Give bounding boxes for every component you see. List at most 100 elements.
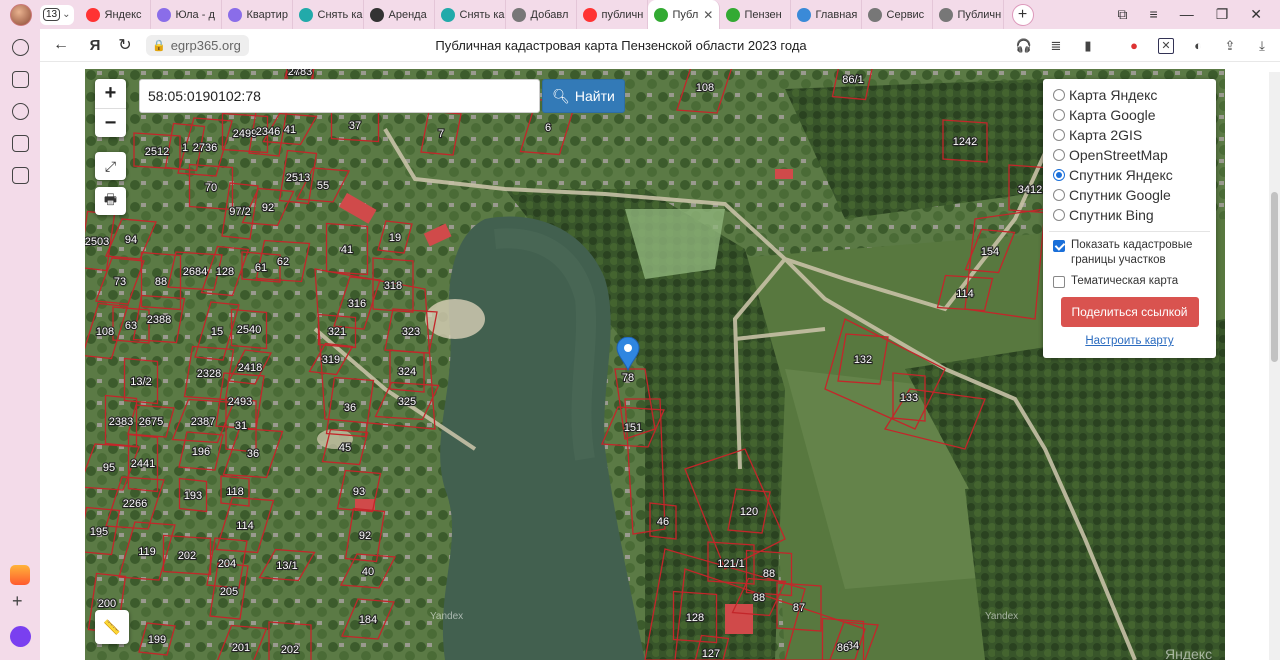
screenshot-icon[interactable] xyxy=(12,167,29,184)
browser-tab[interactable]: Публичн xyxy=(933,0,1004,29)
configure-map-link[interactable]: Настроить карту xyxy=(1053,335,1206,347)
layer-option[interactable]: Карта Яндекс xyxy=(1053,85,1206,105)
browser-tab[interactable]: Снять ка xyxy=(435,0,506,29)
parcel-number: 321 xyxy=(328,326,346,338)
search-icon: 🔍︎ xyxy=(552,87,570,104)
restore-icon[interactable]: ❐ xyxy=(1216,6,1229,23)
ruler-icon: 📏 xyxy=(103,618,121,635)
parcel-number: 119 xyxy=(138,546,156,558)
parcel-number: 19 xyxy=(389,232,401,244)
mail-icon[interactable] xyxy=(10,565,30,585)
cadastral-search-input[interactable] xyxy=(139,79,540,113)
parcel-number: 2441 xyxy=(131,458,155,470)
collections-icon[interactable]: ⧉ xyxy=(1118,6,1128,23)
layer-radio[interactable] xyxy=(1053,109,1065,121)
new-tab-button[interactable]: + xyxy=(1011,3,1034,26)
history-icon[interactable] xyxy=(12,39,29,56)
minimize-icon[interactable]: — xyxy=(1180,6,1194,23)
thematic-map-checkbox[interactable] xyxy=(1053,276,1065,288)
parcel-number: 70 xyxy=(205,182,217,194)
sparkle-icon xyxy=(227,7,242,22)
cadastral-map[interactable]: 2463 86/1 108 37 7 6 2512 1 2736 2499 2346 41 1242 25… xyxy=(85,69,1225,660)
back-icon[interactable]: ← xyxy=(48,36,74,54)
url-field[interactable]: 🔒 egrp365.org xyxy=(146,34,249,56)
close-icon[interactable]: ✕ xyxy=(1250,6,1262,23)
address-actions: 🎧 ≣ ▮ ● ✕ ◐ ⇪ ⤓ xyxy=(1016,29,1270,62)
parcel-number: 88 xyxy=(763,568,775,580)
record-icon[interactable]: ● xyxy=(1126,38,1142,54)
show-borders-option[interactable]: Показать кадастровые границы участков xyxy=(1053,238,1206,268)
layer-option[interactable]: Спутник Google xyxy=(1053,185,1206,205)
parcel-number: 63 xyxy=(125,320,137,332)
browser-tab[interactable]: Аренда xyxy=(364,0,435,29)
downloads-icon[interactable]: ⤓ xyxy=(1254,38,1270,54)
parcel-number: 2503 xyxy=(85,236,109,248)
layer-radio[interactable] xyxy=(1053,89,1065,101)
notes-icon[interactable] xyxy=(12,71,29,88)
browser-tab[interactable]: Сервис xyxy=(862,0,933,29)
share-link-button[interactable]: Поделиться ссылкой xyxy=(1060,297,1199,327)
parcel-number: 92 xyxy=(359,530,371,542)
layer-option[interactable]: Карта Google xyxy=(1053,105,1206,125)
print-button[interactable]: 🖶 xyxy=(95,187,126,215)
browser-tab[interactable]: Квартир xyxy=(222,0,293,29)
browser-tab[interactable]: Добавл xyxy=(506,0,577,29)
layer-radio[interactable] xyxy=(1053,169,1065,181)
thematic-map-option[interactable]: Тематическая карта xyxy=(1053,274,1206,289)
parcel-number: 2266 xyxy=(123,498,147,510)
browser-tab[interactable]: Юла - д xyxy=(151,0,222,29)
calendar-icon[interactable] xyxy=(12,135,29,152)
browser-tab[interactable]: публичн xyxy=(577,0,648,29)
layer-radio[interactable] xyxy=(1053,129,1065,141)
parcel-number: 204 xyxy=(218,558,236,570)
profile-avatar[interactable] xyxy=(10,3,32,26)
parcel-number: 88 xyxy=(753,592,765,604)
tab-label: Сервис xyxy=(886,8,925,21)
layer-radio[interactable] xyxy=(1053,209,1065,221)
tab-counter-button[interactable]: 13 ⌄ xyxy=(40,4,74,25)
add-panel-icon[interactable]: + xyxy=(12,591,23,612)
fullscreen-button[interactable]: ⤢ xyxy=(95,152,126,180)
layer-radio[interactable] xyxy=(1053,149,1065,161)
reload-icon[interactable]: ↻ xyxy=(112,35,138,55)
layer-option[interactable]: Спутник Яндекс xyxy=(1053,165,1206,185)
browser-tab[interactable]: Главная xyxy=(791,0,862,29)
window-controls: ⧉ ≡ — ❐ ✕ xyxy=(1118,6,1280,23)
tab-label: Добавл xyxy=(530,8,569,21)
page-scrollbar[interactable] xyxy=(1269,72,1280,660)
location-marker-icon[interactable] xyxy=(616,336,640,372)
layer-option[interactable]: Карта 2GIS xyxy=(1053,125,1206,145)
browser-tab[interactable]: Публ ✕ xyxy=(647,0,720,29)
headphones-icon[interactable]: 🎧 xyxy=(1016,38,1032,54)
browser-tab[interactable]: Яндекс xyxy=(80,0,151,29)
tab-label: Главная xyxy=(815,8,858,21)
ruler-button[interactable]: 📏 xyxy=(95,610,129,644)
tab-close-icon[interactable]: ✕ xyxy=(703,8,713,22)
show-borders-checkbox[interactable] xyxy=(1053,240,1065,252)
menu-icon[interactable]: ≡ xyxy=(1150,6,1158,23)
yandex-logo-icon[interactable]: Я xyxy=(82,37,108,54)
parcel-number: 151 xyxy=(624,422,642,434)
alice-icon[interactable] xyxy=(10,626,31,647)
grid-icon xyxy=(298,7,313,22)
extension-x-icon[interactable]: ✕ xyxy=(1158,37,1174,54)
zoom-in-button[interactable]: + xyxy=(95,79,126,108)
parcel-number: 316 xyxy=(348,298,366,310)
url-domain: egrp365.org xyxy=(170,37,241,53)
layer-option[interactable]: Спутник Bing xyxy=(1053,205,1206,225)
play-icon[interactable] xyxy=(12,103,29,120)
layer-radio[interactable] xyxy=(1053,189,1065,201)
zoom-out-button[interactable]: − xyxy=(95,108,126,137)
browser-tab[interactable]: Снять ка xyxy=(293,0,364,29)
browser-tab[interactable]: Пензен xyxy=(720,0,791,29)
parcel-number: 1 xyxy=(182,142,188,154)
parcel-number: 37 xyxy=(349,120,361,132)
extension-puzzle-icon[interactable]: ◐ xyxy=(1190,38,1206,54)
scrollbar-thumb[interactable] xyxy=(1271,192,1278,362)
moon-icon xyxy=(369,7,384,22)
bookmark-icon[interactable]: ▮ xyxy=(1080,38,1096,54)
layer-option[interactable]: OpenStreetMap xyxy=(1053,145,1206,165)
share-icon[interactable]: ⇪ xyxy=(1222,38,1238,54)
search-button[interactable]: 🔍︎ Найти xyxy=(542,79,625,113)
reader-icon[interactable]: ≣ xyxy=(1048,38,1064,54)
